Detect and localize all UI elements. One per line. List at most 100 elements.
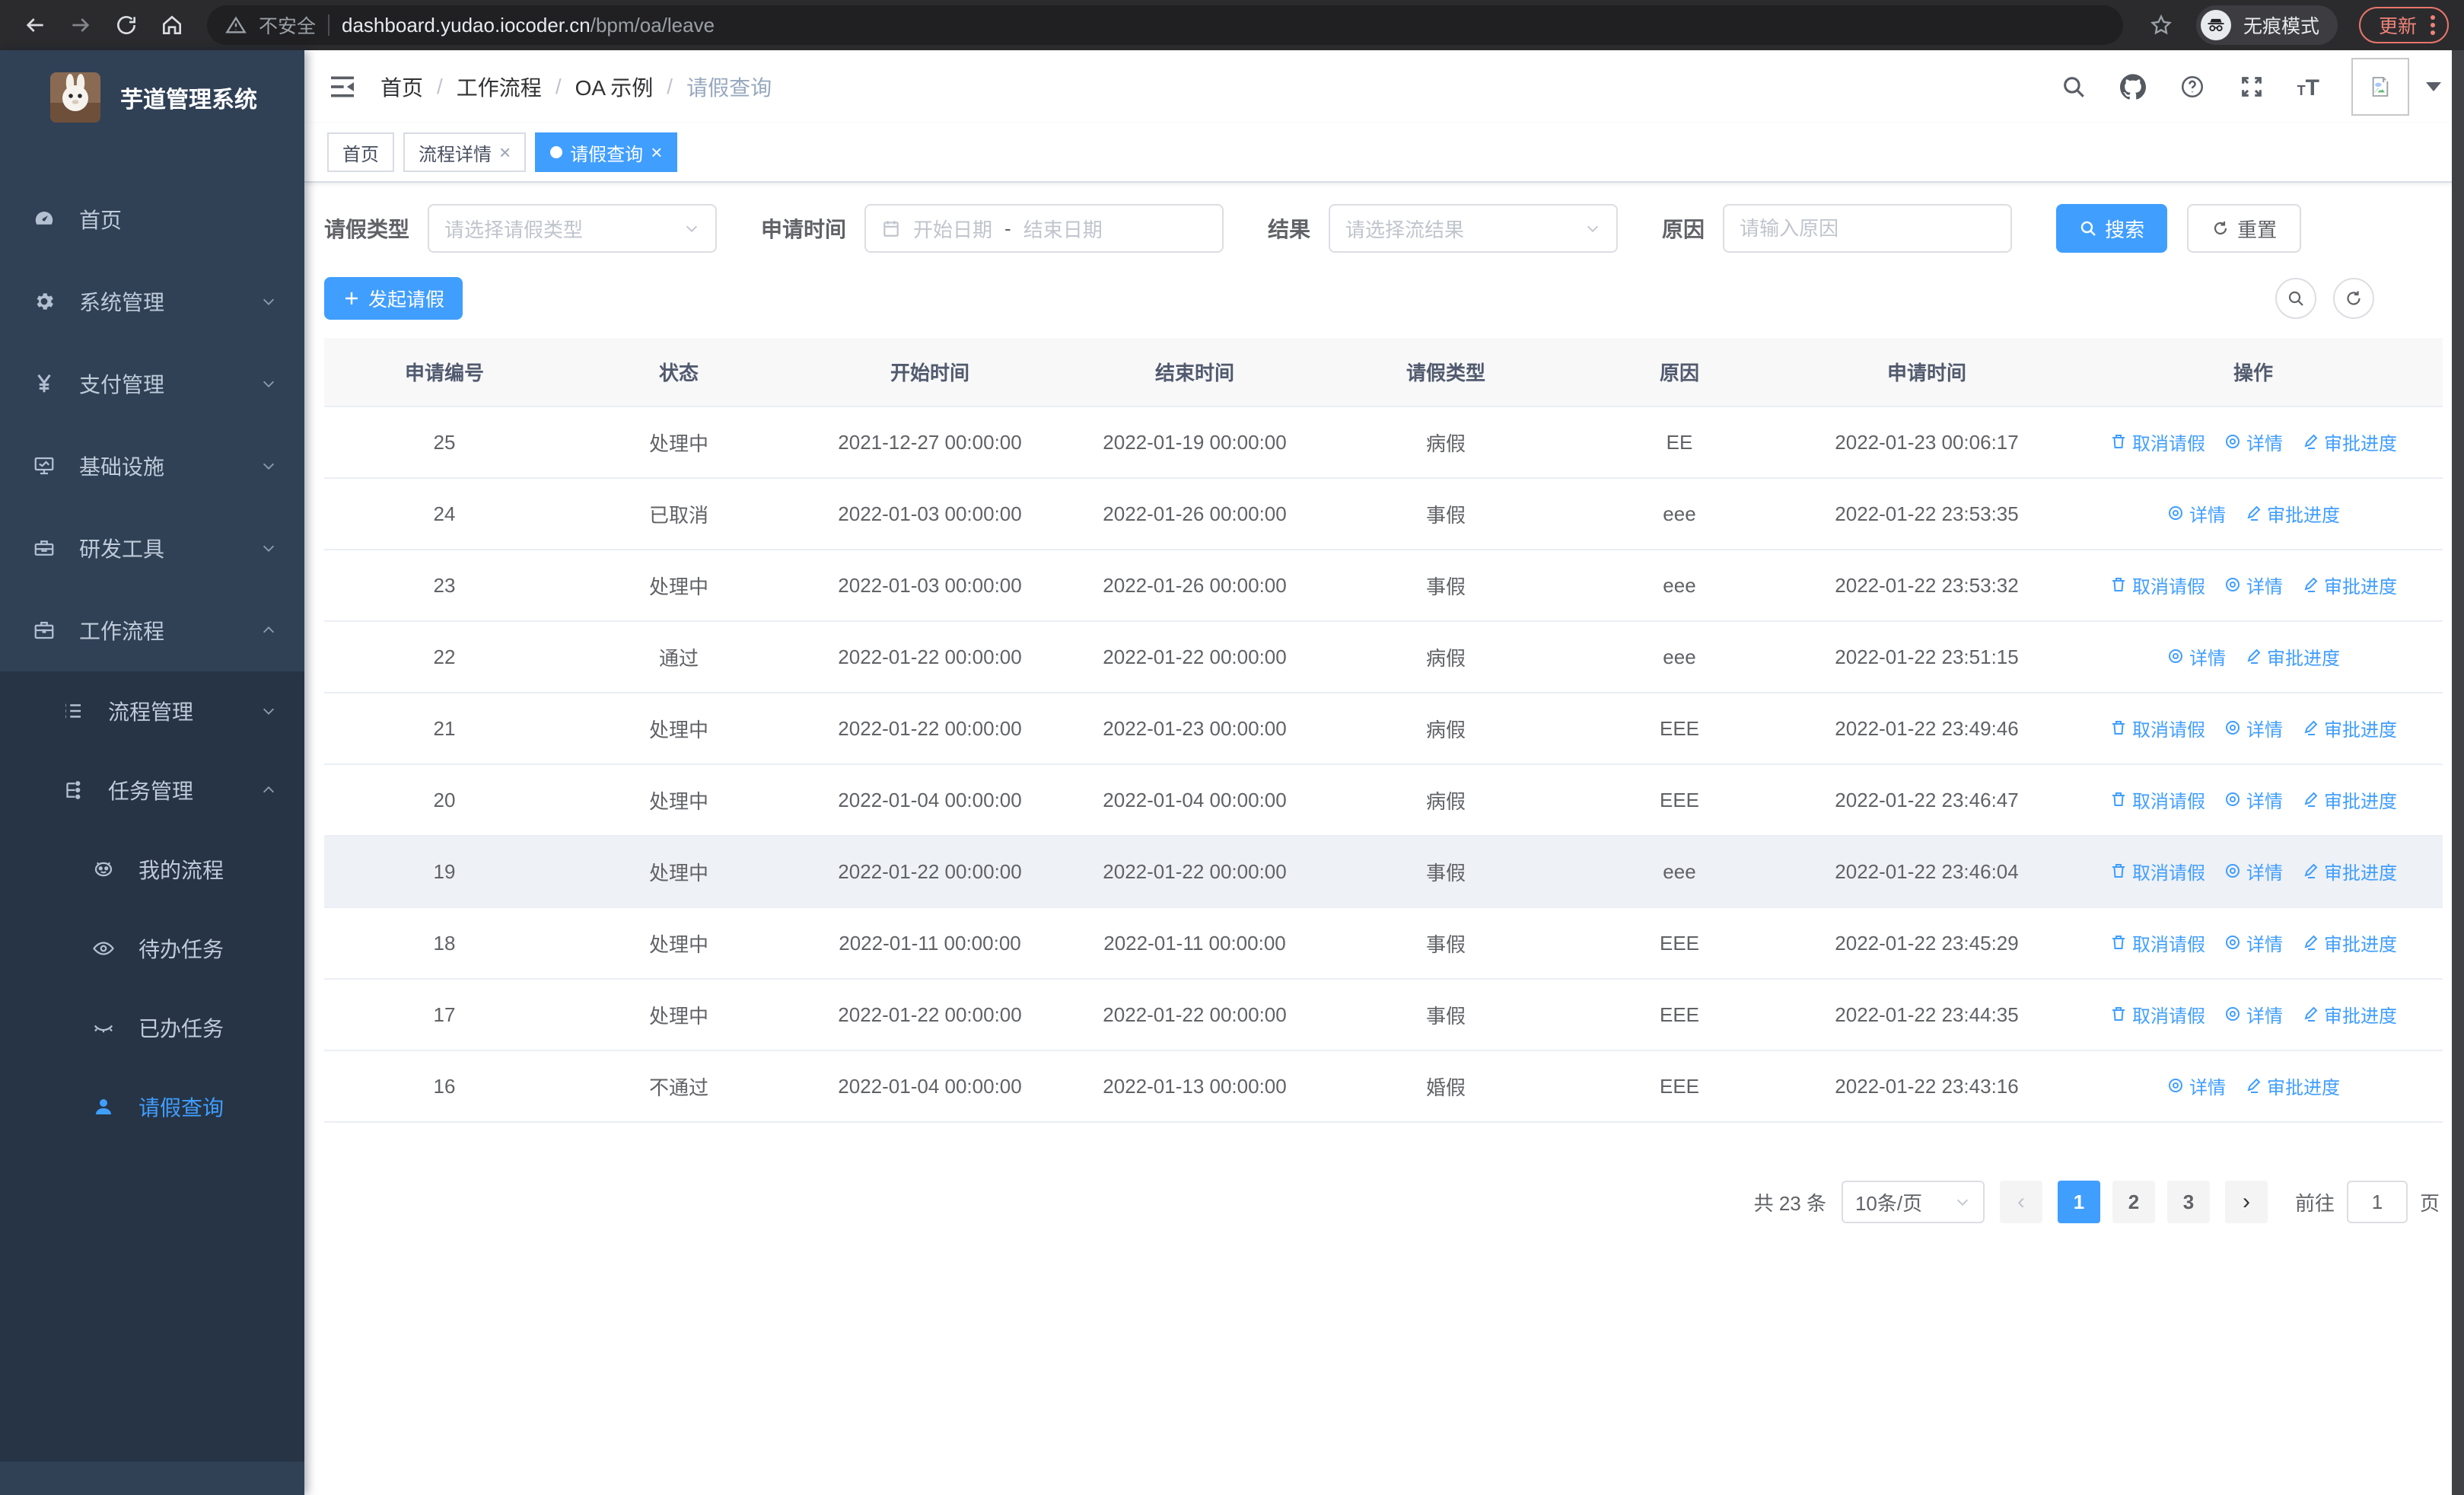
flow-nodes-icon: [61, 778, 85, 802]
sidebar-item-dev-tools[interactable]: 研发工具: [0, 507, 304, 589]
detail-link[interactable]: 详情: [2224, 786, 2283, 813]
sidebar-item-done-tasks[interactable]: 已办任务: [0, 988, 304, 1067]
sidebar-item-workflow[interactable]: 工作流程: [0, 589, 304, 671]
page-button-3[interactable]: 3: [2166, 1181, 2210, 1223]
cell-id: 22: [324, 621, 565, 693]
update-button[interactable]: 更新: [2358, 7, 2449, 43]
cancel-link[interactable]: 取消请假: [2109, 715, 2205, 741]
sidebar-item-infrastructure[interactable]: 基础设施: [0, 425, 304, 507]
sidebar-item-system[interactable]: 系统管理: [0, 260, 304, 343]
cancel-link[interactable]: 取消请假: [2109, 1001, 2205, 1028]
table-row: 18 处理中 2022-01-11 00:00:00 2022-01-11 00:00…: [324, 907, 2443, 980]
refresh-icon[interactable]: [2333, 278, 2374, 319]
sidebar-item-todo-tasks[interactable]: 待办任务: [0, 909, 304, 988]
font-size-icon[interactable]: TT: [2297, 75, 2319, 100]
detail-link[interactable]: 详情: [2224, 572, 2283, 598]
cell-id: 20: [324, 764, 565, 837]
cell-status: 通过: [565, 621, 793, 693]
app-title: 芋道管理系统: [120, 88, 257, 113]
create-leave-button[interactable]: 发起请假: [324, 277, 463, 320]
close-icon[interactable]: ×: [499, 142, 511, 162]
chevron-down-icon: [1954, 1194, 1971, 1210]
next-page-button[interactable]: ›: [2224, 1181, 2268, 1223]
progress-link[interactable]: 审批进度: [2301, 1001, 2397, 1028]
search-toggle-icon[interactable]: [2275, 278, 2316, 319]
tab-home[interactable]: 首页: [327, 132, 394, 172]
search-button[interactable]: 搜索: [2056, 204, 2168, 253]
sidebar-item-process-mgmt[interactable]: 流程管理: [0, 671, 304, 751]
logo-avatar: [50, 72, 100, 123]
reset-button[interactable]: 重置: [2187, 204, 2302, 253]
breadcrumb-oa[interactable]: OA 示例: [575, 72, 654, 102]
back-icon[interactable]: [15, 5, 55, 45]
apply-time-range-picker[interactable]: 开始日期 - 结束日期: [864, 204, 1224, 253]
breadcrumb-workflow[interactable]: 工作流程: [457, 72, 542, 102]
table-row: 21 处理中 2022-01-22 00:00:00 2022-01-23 00:00…: [324, 693, 2443, 765]
cell-status: 处理中: [565, 550, 793, 622]
forward-icon[interactable]: [61, 5, 100, 45]
page-button-2[interactable]: 2: [2112, 1181, 2155, 1223]
address-bar[interactable]: 不安全 dashboard.yudao.iocoder.cn/bpm/oa/le…: [207, 5, 2123, 45]
search-icon[interactable]: [2060, 73, 2087, 100]
cancel-link[interactable]: 取消请假: [2109, 572, 2205, 598]
progress-link[interactable]: 审批进度: [2301, 715, 2397, 741]
progress-link[interactable]: 审批进度: [2244, 1073, 2340, 1099]
browser-toolbar: 不安全 dashboard.yudao.iocoder.cn/bpm/oa/le…: [0, 0, 2464, 50]
sidebar-item-home[interactable]: 首页: [0, 178, 304, 260]
detail-link[interactable]: 详情: [2224, 858, 2283, 885]
github-icon[interactable]: [2119, 73, 2147, 100]
detail-link[interactable]: 详情: [2224, 715, 2283, 741]
bookmark-star-icon[interactable]: [2141, 5, 2181, 45]
avatar-caret-icon[interactable]: [2426, 82, 2441, 91]
sidebar-item-leave-query[interactable]: 请假查询: [0, 1067, 304, 1146]
cancel-link[interactable]: 取消请假: [2109, 429, 2205, 455]
reason-input[interactable]: [1723, 204, 2013, 253]
detail-link[interactable]: 详情: [2166, 500, 2226, 527]
browser-menu-icon[interactable]: [2431, 15, 2435, 35]
breadcrumb-home[interactable]: 首页: [380, 72, 423, 102]
progress-link[interactable]: 审批进度: [2244, 500, 2340, 527]
page-button-1[interactable]: 1: [2057, 1181, 2100, 1223]
reload-icon[interactable]: [107, 5, 146, 45]
progress-link[interactable]: 审批进度: [2244, 643, 2340, 670]
page-size-select[interactable]: 10条/页: [1841, 1181, 1985, 1223]
detail-link[interactable]: 详情: [2224, 929, 2283, 956]
close-icon[interactable]: ×: [651, 142, 662, 162]
tab-process-detail[interactable]: 流程详情 ×: [403, 132, 527, 172]
avatar[interactable]: [2351, 58, 2409, 116]
browser-scrollbar[interactable]: [2452, 50, 2464, 1495]
sidebar-item-task-mgmt[interactable]: 任务管理: [0, 751, 304, 830]
progress-link[interactable]: 审批进度: [2301, 786, 2397, 813]
detail-link[interactable]: 详情: [2166, 643, 2226, 670]
leave-type-select[interactable]: 请选择请假类型: [428, 204, 718, 253]
goto-page-input[interactable]: [2346, 1181, 2408, 1223]
detail-link[interactable]: 详情: [2166, 1073, 2226, 1099]
cancel-link[interactable]: 取消请假: [2109, 929, 2205, 956]
cell-id: 18: [324, 907, 565, 980]
cell-type: 事假: [1323, 979, 1569, 1051]
cancel-link[interactable]: 取消请假: [2109, 786, 2205, 813]
result-label: 结果: [1268, 218, 1311, 241]
detail-link[interactable]: 详情: [2224, 1001, 2283, 1028]
cell-id: 25: [324, 406, 565, 479]
progress-link[interactable]: 审批进度: [2301, 858, 2397, 885]
cancel-link[interactable]: 取消请假: [2109, 858, 2205, 885]
sidebar-item-payment[interactable]: 支付管理: [0, 343, 304, 425]
fullscreen-icon[interactable]: [2238, 73, 2265, 100]
breadcrumb: 首页 / 工作流程 / OA 示例 / 请假查询: [380, 72, 772, 102]
detail-link[interactable]: 详情: [2224, 429, 2283, 455]
cell-applied: 2022-01-22 23:43:16: [1790, 1050, 2064, 1123]
tab-leave-query[interactable]: 请假查询 ×: [535, 132, 678, 172]
prev-page-button[interactable]: ‹: [1999, 1181, 2042, 1223]
progress-link[interactable]: 审批进度: [2301, 929, 2397, 956]
sidebar-item-my-process[interactable]: 我的流程: [0, 830, 304, 909]
home-icon[interactable]: [152, 5, 192, 45]
cell-type: 病假: [1323, 406, 1569, 479]
result-select[interactable]: 请选择流结果: [1329, 204, 1619, 253]
total-count: 共 23 条: [1753, 1191, 1826, 1215]
help-icon[interactable]: [2179, 73, 2206, 100]
progress-link[interactable]: 审批进度: [2301, 429, 2397, 455]
progress-link[interactable]: 审批进度: [2301, 572, 2397, 598]
cell-type: 事假: [1323, 550, 1569, 622]
sidebar-toggle-icon[interactable]: [327, 72, 358, 102]
